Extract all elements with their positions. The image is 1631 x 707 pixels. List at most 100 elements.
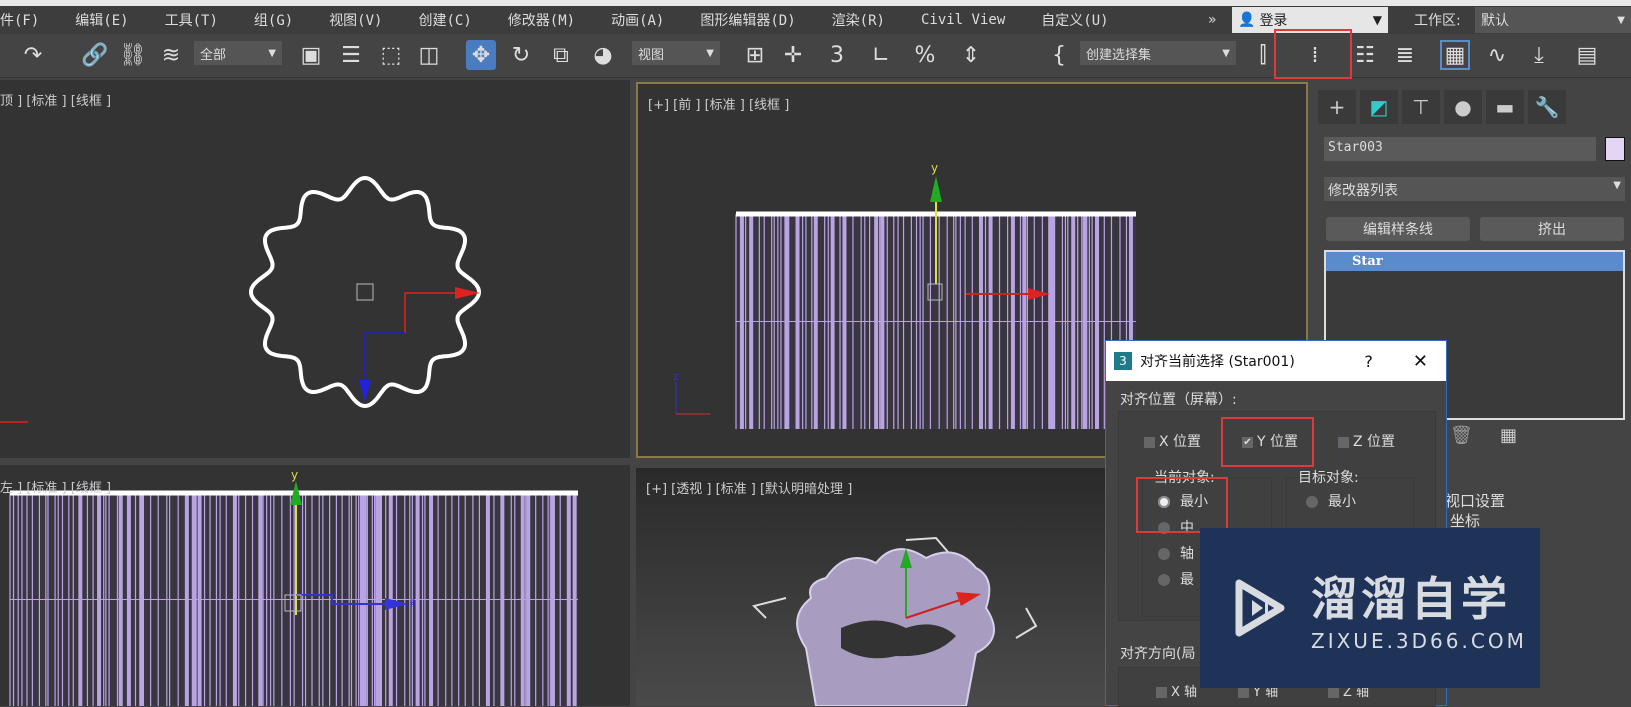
schematic-view-icon[interactable]: ⤓ [1524, 40, 1554, 70]
stack-item-star[interactable]: Star [1326, 252, 1623, 271]
link-icon[interactable]: 🔗 [80, 40, 110, 70]
current-option-radio[interactable]: 轴 [1158, 543, 1194, 563]
chevron-down-icon: ▼ [268, 47, 276, 59]
align-position-group-label: 对齐位置（屏幕）: [1120, 392, 1237, 408]
rotate-icon[interactable]: ↻ [506, 40, 536, 70]
radio [1306, 496, 1318, 508]
trash-icon[interactable]: 🗑 [1450, 425, 1473, 446]
edit-named-selection-icon[interactable]: { [1044, 40, 1074, 70]
dialog-title-bar: 3 对齐当前选择 (Star001) ? ✕ [1106, 341, 1446, 381]
named-selection-dropdown[interactable]: 创建选择集 ▼ [1080, 41, 1236, 65]
x-axis-checkbox[interactable]: X 轴 [1156, 681, 1197, 700]
y-position-highlight [1221, 417, 1314, 467]
rect-selection-icon[interactable]: ⬚ [376, 40, 406, 70]
scale-icon[interactable]: ⧉ [546, 40, 576, 70]
menu-item[interactable]: 动画(A) [593, 10, 682, 30]
menu-item[interactable]: 件(F) [0, 10, 57, 30]
motion-icon[interactable]: ● [1444, 90, 1482, 124]
gizmo-z-arrow [359, 380, 371, 402]
watermark-en: ZIXUE.3D66.COM [1311, 629, 1527, 653]
checkbox [1144, 436, 1155, 448]
select-object-icon[interactable]: ▣ [296, 40, 326, 70]
menu-item[interactable]: 图形编辑器(D) [682, 10, 813, 30]
object-name-field[interactable]: Star003 [1324, 137, 1596, 161]
menu-item[interactable]: 组(G) [236, 10, 311, 30]
target-object-label: 目标对象: [1298, 470, 1359, 486]
create-icon[interactable]: + [1318, 90, 1356, 124]
extrude-button[interactable]: 挤出 [1480, 217, 1624, 241]
curve-editor-icon[interactable]: ∿ [1482, 40, 1512, 70]
hierarchy-icon[interactable]: ⊤ [1402, 90, 1440, 124]
object-color-swatch[interactable] [1605, 137, 1625, 161]
checkbox-label: Z 位置 [1353, 434, 1396, 450]
menu-item[interactable]: 工具(T) [147, 10, 236, 30]
display-icon[interactable]: ▬ [1486, 90, 1524, 124]
menu-overflow-button[interactable]: » [1208, 12, 1217, 28]
modify-icon[interactable]: ◩ [1360, 90, 1398, 124]
reference-coord-dropdown[interactable]: 视图 ▼ [632, 41, 720, 65]
viewport-label[interactable]: 左 ] [标准 ] [线框 ] [0, 477, 111, 496]
angle-snap-icon[interactable]: ∟ [866, 40, 896, 70]
menu-item[interactable]: 渲染(R) [814, 10, 903, 30]
layer-explorer-icon[interactable]: ☷ [1350, 40, 1380, 70]
watermark: 溜溜自学 ZIXUE.3D66.COM [1200, 528, 1540, 688]
toggle-ribbon-icon[interactable]: ▦ [1440, 40, 1470, 70]
menu-item[interactable]: 修改器(M) [490, 10, 593, 30]
gizmo-y-label: y [291, 468, 298, 482]
unlink-icon[interactable]: ⛓ [118, 40, 148, 70]
current-min-highlight [1136, 477, 1228, 533]
top-view-scene [0, 175, 482, 423]
ref-coord-value: 视图 [638, 47, 665, 63]
redo-icon[interactable]: ↷ [18, 40, 48, 70]
scene-explorer-icon[interactable]: ≣ [1390, 40, 1420, 70]
named-selection-value: 创建选择集 [1086, 47, 1152, 63]
placement-icon[interactable]: ◕ [588, 40, 618, 70]
menu-item[interactable]: 编辑(E) [57, 10, 146, 30]
utilities-icon[interactable]: 🔧 [1528, 90, 1566, 124]
pivot-icon[interactable]: ⊞ [740, 40, 770, 70]
3dsmax-app-icon: 3 [1114, 352, 1132, 370]
checkbox [1338, 436, 1349, 448]
edit-spline-button[interactable]: 编辑样条线 [1326, 217, 1470, 241]
configure-modifier-sets-icon[interactable]: ▦ [1500, 425, 1517, 446]
chevron-down-icon: ▼ [1613, 180, 1621, 191]
bind-space-warp-icon[interactable]: ≋ [156, 40, 186, 70]
move-icon[interactable]: ✥ [466, 40, 496, 70]
menu-item[interactable]: 视图(V) [311, 10, 400, 30]
modifier-list-label: 修改器列表 [1328, 183, 1398, 199]
viewport-top[interactable]: 顶 ] [标准 ] [线框 ] [0, 80, 630, 458]
selection-filter-dropdown[interactable]: 全部 ▼ [194, 41, 282, 65]
current-option-radio[interactable]: 最 [1158, 569, 1194, 589]
help-button[interactable]: ? [1364, 352, 1373, 371]
chevron-down-icon: ▼ [1222, 47, 1230, 59]
checkbox-label: X 位置 [1159, 434, 1202, 450]
window-crossing-icon[interactable]: ◫ [414, 40, 444, 70]
workspace-dropdown[interactable]: 默认 ▼ [1475, 7, 1631, 33]
spinner-snap-icon[interactable]: ⇕ [956, 40, 986, 70]
menu-item[interactable]: 自定义(U) [1023, 10, 1126, 30]
radio [1158, 574, 1170, 586]
workspace-label: 工作区: [1414, 13, 1461, 29]
target-min-radio[interactable]: 最小 [1306, 491, 1356, 511]
perspective-scene [752, 536, 1038, 706]
manipulate-icon[interactable]: ✛ [778, 40, 808, 70]
close-button[interactable]: ✕ [1413, 351, 1428, 372]
material-editor-icon[interactable]: ▤ [1572, 40, 1602, 70]
z-position-checkbox[interactable]: Z 位置 [1338, 431, 1395, 451]
snap-3d-icon[interactable]: 3 [822, 40, 852, 70]
watermark-cn: 溜溜自学 [1311, 572, 1511, 626]
chevron-down-icon: ▼ [1372, 13, 1382, 27]
viewport-settings-label: 视口设置 [1445, 492, 1506, 510]
bounding-corner [752, 597, 787, 619]
select-by-name-icon[interactable]: ☰ [336, 40, 366, 70]
x-position-checkbox[interactable]: X 位置 [1144, 431, 1201, 451]
bounding-corner [1015, 607, 1038, 639]
modifier-list-dropdown[interactable]: 修改器列表 ▼ [1324, 177, 1625, 201]
viewport-perspective[interactable]: [+] [透视 ] [标准 ] [默认明暗处理 ] [636, 468, 1116, 706]
percent-snap-icon[interactable]: % [910, 40, 940, 70]
radio [1158, 548, 1170, 560]
dialog-title: 对齐当前选择 (Star001) [1140, 354, 1295, 370]
menu-item[interactable]: 创建(C) [400, 10, 489, 30]
menu-item[interactable]: Civil View [903, 12, 1023, 28]
viewport-left[interactable]: y z 左 ] [标准 ] [线框 ] [0, 465, 630, 706]
